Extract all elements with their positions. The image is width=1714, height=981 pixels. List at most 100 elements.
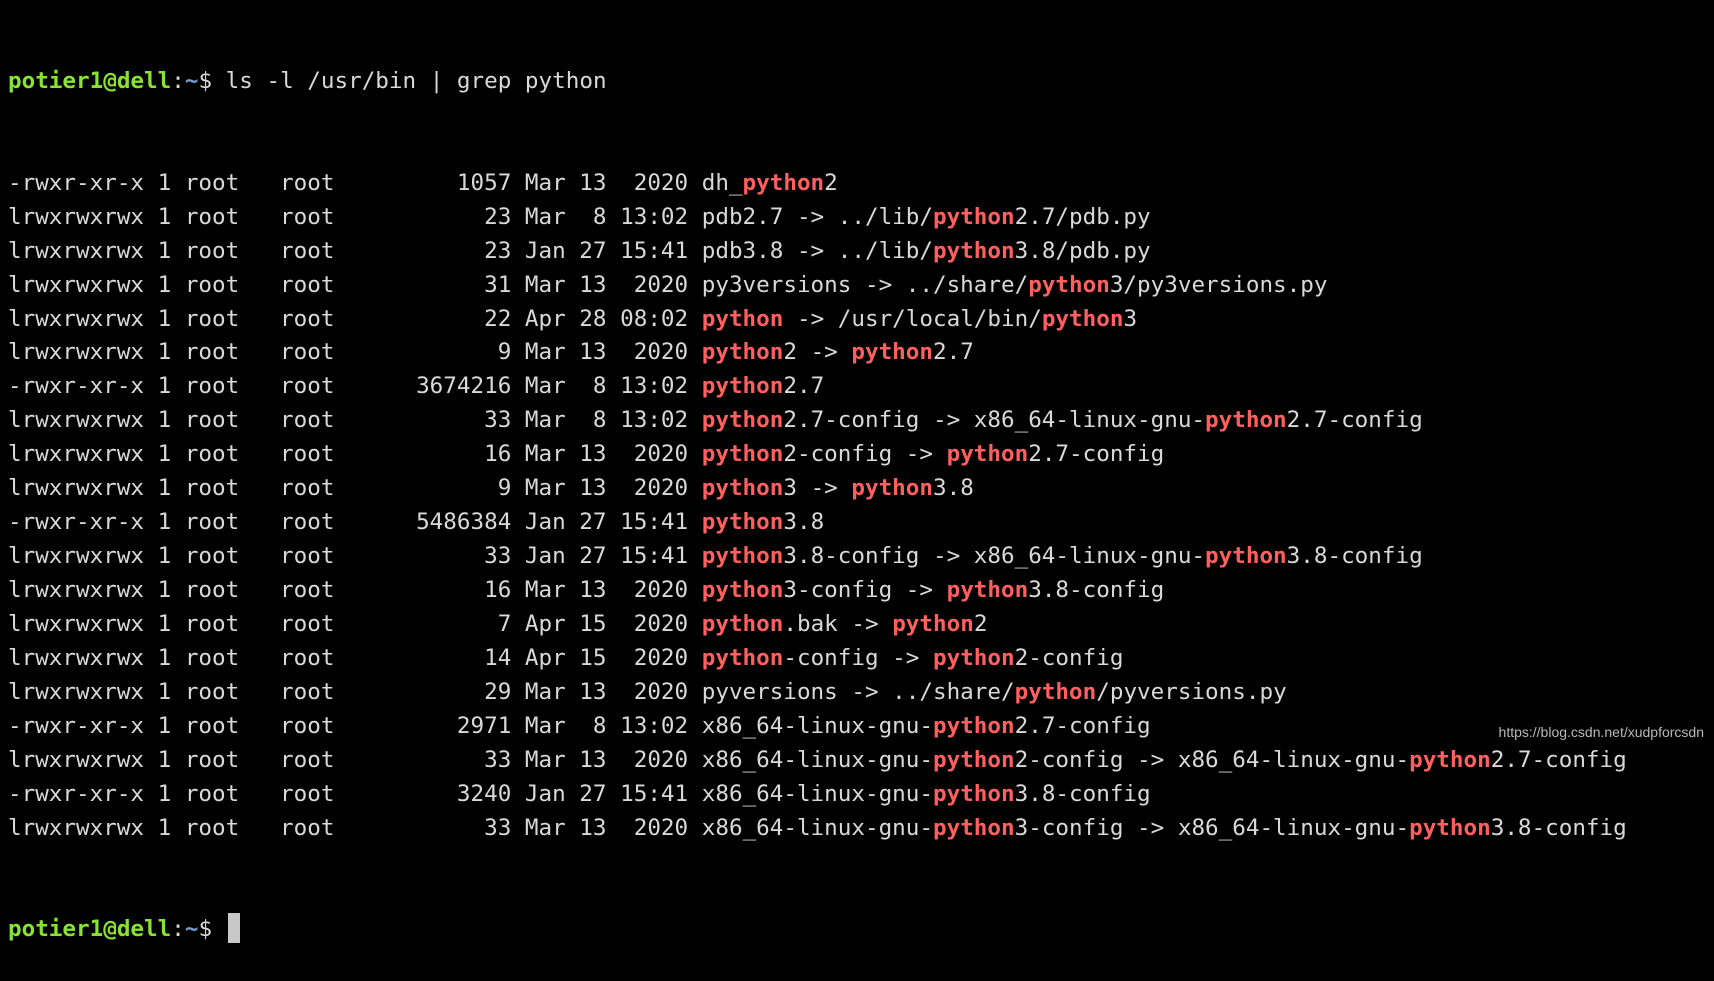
command-line: potier1@dell:~$ ls -l /usr/bin | grep py… bbox=[8, 65, 1708, 99]
prompt-user-host: potier1@dell bbox=[8, 916, 172, 943]
grep-match: python bbox=[932, 746, 1015, 773]
listing-row: lrwxrwxrwx 1 root root 14 Apr 15 2020 py… bbox=[8, 642, 1708, 676]
grep-match: python bbox=[1205, 407, 1287, 434]
file-metadata: -rwxr-xr-x 1 root root 3674216 Mar 8 13:… bbox=[8, 373, 702, 400]
listing-row: lrwxrwxrwx 1 root root 33 Mar 13 2020 x8… bbox=[8, 744, 1708, 778]
grep-match: python bbox=[701, 644, 784, 671]
file-name: python2-config -> python2.7-config bbox=[701, 441, 1165, 468]
grep-match: python bbox=[1409, 746, 1491, 773]
grep-match: python bbox=[701, 373, 784, 400]
grep-match: python bbox=[1014, 678, 1097, 705]
command-text: ls -l /usr/bin | grep python bbox=[225, 67, 607, 94]
file-name: x86_64-linux-gnu-python2.7-config bbox=[701, 712, 1151, 739]
listing-row: lrwxrwxrwx 1 root root 29 Mar 13 2020 py… bbox=[8, 676, 1708, 710]
file-metadata: lrwxrwxrwx 1 root root 31 Mar 13 2020 bbox=[8, 271, 702, 298]
listing-row: lrwxrwxrwx 1 root root 33 Mar 8 13:02 py… bbox=[8, 404, 1708, 438]
file-metadata: lrwxrwxrwx 1 root root 33 Mar 8 13:02 bbox=[8, 407, 702, 434]
listing-row: -rwxr-xr-x 1 root root 2971 Mar 8 13:02 … bbox=[8, 710, 1708, 744]
watermark: https://blog.csdn.net/xudpforcsdn bbox=[1498, 724, 1704, 740]
file-metadata: lrwxrwxrwx 1 root root 33 Mar 13 2020 bbox=[8, 814, 702, 841]
grep-match: python bbox=[851, 475, 933, 502]
prompt-colon: : bbox=[171, 67, 185, 94]
listing-row: -rwxr-xr-x 1 root root 3674216 Mar 8 13:… bbox=[8, 370, 1708, 404]
file-metadata: lrwxrwxrwx 1 root root 23 Mar 8 13:02 bbox=[8, 203, 702, 230]
file-name: python.bak -> python2 bbox=[701, 610, 988, 637]
grep-match: python bbox=[932, 237, 1015, 264]
file-metadata: lrwxrwxrwx 1 root root 9 Mar 13 2020 bbox=[8, 475, 702, 502]
file-metadata: lrwxrwxrwx 1 root root 29 Mar 13 2020 bbox=[8, 678, 702, 705]
file-name: python3.8 bbox=[701, 509, 825, 536]
grep-match: python bbox=[1409, 814, 1491, 841]
file-name: python3.8-config -> x86_64-linux-gnu-pyt… bbox=[701, 543, 1423, 570]
file-name: python-config -> python2-config bbox=[701, 644, 1124, 671]
file-metadata: lrwxrwxrwx 1 root root 33 Mar 13 2020 bbox=[8, 746, 702, 773]
prompt-colon: : bbox=[171, 916, 185, 943]
listing-row: -rwxr-xr-x 1 root root 1057 Mar 13 2020 … bbox=[8, 167, 1708, 201]
listing-row: lrwxrwxrwx 1 root root 22 Apr 28 08:02 p… bbox=[8, 303, 1708, 337]
file-metadata: -rwxr-xr-x 1 root root 2971 Mar 8 13:02 bbox=[8, 712, 702, 739]
file-name: py3versions -> ../share/python3/py3versi… bbox=[701, 271, 1328, 298]
file-metadata: -rwxr-xr-x 1 root root 3240 Jan 27 15:41 bbox=[8, 780, 702, 807]
listing-row: lrwxrwxrwx 1 root root 9 Mar 13 2020 pyt… bbox=[8, 472, 1708, 506]
listing-row: lrwxrwxrwx 1 root root 23 Mar 8 13:02 pd… bbox=[8, 201, 1708, 235]
file-name: python3 -> python3.8 bbox=[701, 475, 974, 502]
listing-row: lrwxrwxrwx 1 root root 23 Jan 27 15:41 p… bbox=[8, 235, 1708, 269]
grep-match: python bbox=[851, 339, 933, 366]
grep-match: python bbox=[701, 305, 784, 332]
prompt-path: ~ bbox=[184, 67, 199, 94]
listing-row: lrwxrwxrwx 1 root root 33 Mar 13 2020 x8… bbox=[8, 812, 1708, 846]
grep-match: python bbox=[946, 441, 1029, 468]
grep-match: python bbox=[701, 543, 784, 570]
prompt-symbol: $ bbox=[198, 67, 226, 94]
grep-match: python bbox=[932, 814, 1015, 841]
listing-row: lrwxrwxrwx 1 root root 33 Jan 27 15:41 p… bbox=[8, 540, 1708, 574]
grep-match: python bbox=[701, 475, 784, 502]
file-metadata: -rwxr-xr-x 1 root root 1057 Mar 13 2020 bbox=[8, 169, 702, 196]
file-name: python3-config -> python3.8-config bbox=[701, 577, 1165, 603]
grep-match: python bbox=[932, 203, 1015, 230]
grep-match: python bbox=[1041, 305, 1124, 332]
grep-match: python bbox=[701, 407, 784, 434]
file-name: python -> /usr/local/bin/python3 bbox=[701, 305, 1138, 332]
active-prompt-line[interactable]: potier1@dell:~$ bbox=[8, 913, 1708, 947]
file-metadata: lrwxrwxrwx 1 root root 16 Mar 13 2020 bbox=[8, 577, 702, 603]
grep-match: python bbox=[701, 339, 784, 366]
listing-row: -rwxr-xr-x 1 root root 5486384 Jan 27 15… bbox=[8, 506, 1708, 540]
file-name: pdb2.7 -> ../lib/python2.7/pdb.py bbox=[701, 203, 1151, 230]
file-name: pyversions -> ../share/python/pyversions… bbox=[701, 678, 1287, 705]
file-metadata: lrwxrwxrwx 1 root root 23 Jan 27 15:41 bbox=[8, 237, 702, 264]
listing-row: lrwxrwxrwx 1 root root 9 Mar 13 2020 pyt… bbox=[8, 336, 1708, 370]
file-name: python2.7 bbox=[701, 373, 825, 400]
listing-row: lrwxrwxrwx 1 root root 16 Mar 13 2020 py… bbox=[8, 438, 1708, 472]
grep-match: python bbox=[701, 441, 784, 468]
file-metadata: -rwxr-xr-x 1 root root 5486384 Jan 27 15… bbox=[8, 509, 702, 536]
file-name: python2 -> python2.7 bbox=[701, 339, 974, 366]
listing-row: -rwxr-xr-x 1 root root 3240 Jan 27 15:41… bbox=[8, 778, 1708, 812]
grep-match: python bbox=[1028, 271, 1110, 298]
file-metadata: lrwxrwxrwx 1 root root 33 Jan 27 15:41 bbox=[8, 543, 702, 570]
file-metadata: lrwxrwxrwx 1 root root 14 Apr 15 2020 bbox=[8, 644, 702, 671]
text-cursor[interactable] bbox=[227, 913, 240, 944]
file-name: pdb3.8 -> ../lib/python3.8/pdb.py bbox=[701, 237, 1151, 264]
prompt-user-host: potier1@dell bbox=[8, 67, 172, 94]
grep-match: python bbox=[892, 610, 974, 637]
file-metadata: lrwxrwxrwx 1 root root 22 Apr 28 08:02 bbox=[8, 305, 702, 332]
grep-match: python bbox=[742, 169, 825, 196]
grep-match: python bbox=[701, 577, 784, 603]
file-name: x86_64-linux-gnu-python2-config -> x86_6… bbox=[701, 746, 1627, 773]
terminal-window[interactable]: potier1@dell:~$ ls -l /usr/bin | grep py… bbox=[8, 0, 1708, 981]
listing-row: lrwxrwxrwx 1 root root 7 Apr 15 2020 pyt… bbox=[8, 608, 1708, 642]
file-name: python2.7-config -> x86_64-linux-gnu-pyt… bbox=[701, 407, 1423, 434]
grep-match: python bbox=[932, 712, 1015, 739]
file-metadata: lrwxrwxrwx 1 root root 7 Apr 15 2020 bbox=[8, 610, 702, 637]
listing-row: lrwxrwxrwx 1 root root 31 Mar 13 2020 py… bbox=[8, 269, 1708, 303]
file-name: dh_python2 bbox=[701, 169, 838, 196]
grep-match: python bbox=[933, 644, 1015, 671]
file-metadata: lrwxrwxrwx 1 root root 16 Mar 13 2020 bbox=[8, 441, 702, 468]
grep-match: python bbox=[701, 509, 784, 536]
file-name: x86_64-linux-gnu-python3.8-config bbox=[701, 780, 1151, 807]
prompt-symbol: $ bbox=[198, 916, 226, 943]
grep-match: python bbox=[1205, 543, 1287, 570]
grep-match: python bbox=[946, 577, 1029, 603]
prompt-path: ~ bbox=[184, 916, 199, 943]
